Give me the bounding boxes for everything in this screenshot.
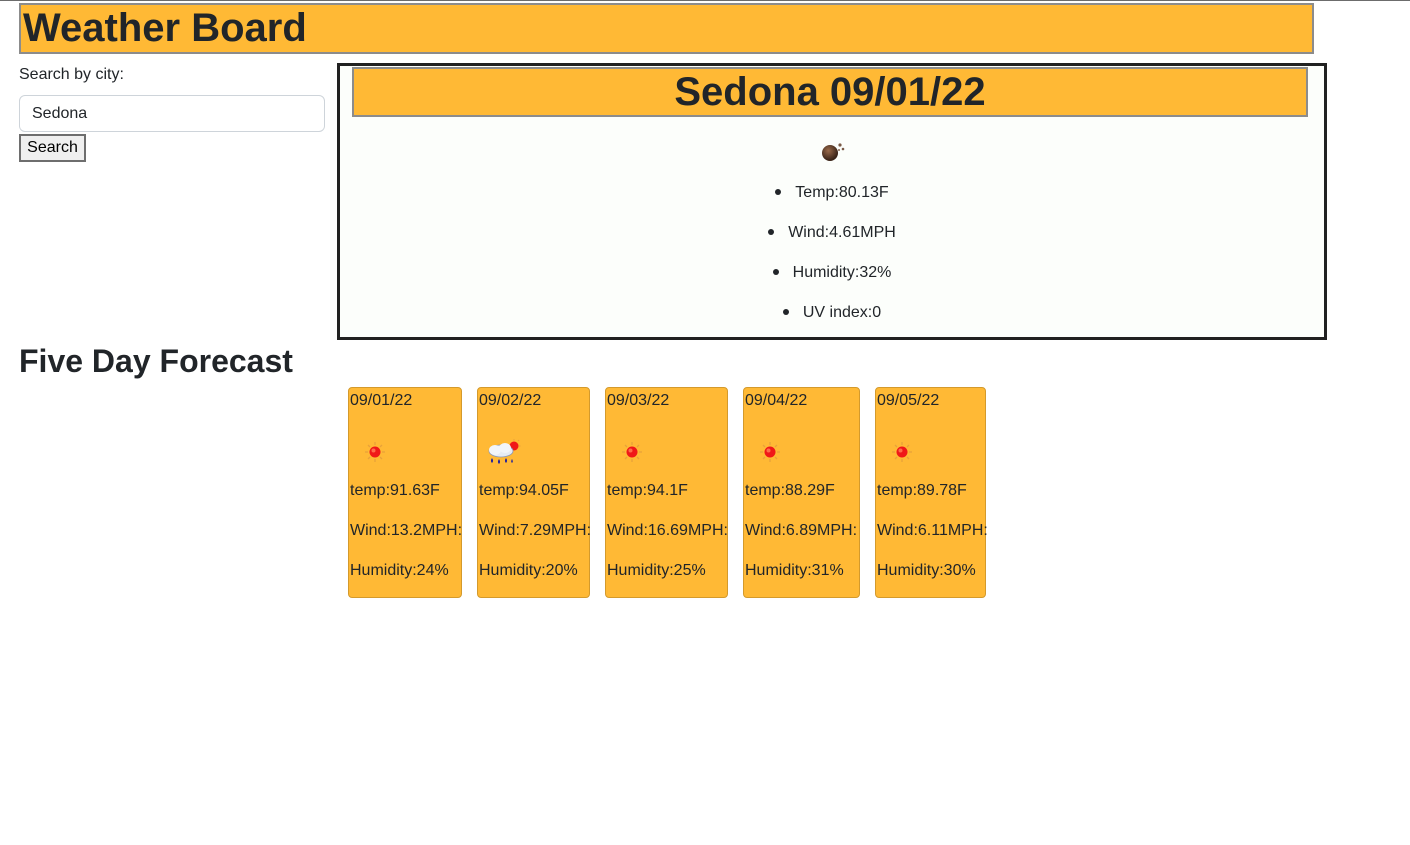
- forecast-temp: temp:94.05F: [479, 482, 569, 499]
- sun-icon: [890, 440, 914, 469]
- bullet-icon: [768, 228, 775, 235]
- current-wind: Wind:4.61MPH: [340, 213, 1324, 253]
- forecast-card-day3: 09/03/22 temp:94.1F Wind:16.69MPH: Humid…: [605, 387, 728, 598]
- bullet-icon: [775, 188, 782, 195]
- forecast-wind: Wind:7.29MPH:: [479, 522, 592, 539]
- forecast-humidity: Humidity:24%: [350, 562, 449, 579]
- forecast-humidity: Humidity:20%: [479, 562, 578, 579]
- forecast-date: 09/02/22: [479, 392, 542, 409]
- forecast-date: 09/05/22: [877, 392, 940, 409]
- forecast-card-day4: 09/04/22 temp:88.29F Wind:6.89MPH: Humid…: [743, 387, 860, 598]
- sun-icon: [620, 440, 644, 469]
- current-weather-title: Sedona 09/01/22: [352, 67, 1308, 117]
- search-button[interactable]: Search: [19, 134, 86, 162]
- current-uv-index: UV index:0: [340, 293, 1324, 333]
- forecast-date: 09/03/22: [607, 392, 670, 409]
- city-search-input[interactable]: [19, 95, 325, 132]
- forecast-title: Five Day Forecast: [19, 343, 293, 379]
- top-divider: [0, 0, 1410, 1]
- forecast-humidity: Humidity:30%: [877, 562, 976, 579]
- forecast-temp: temp:94.1F: [607, 482, 688, 499]
- forecast-humidity: Humidity:31%: [745, 562, 844, 579]
- smoke-icon: [819, 139, 847, 163]
- current-humidity: Humidity:32%: [340, 253, 1324, 293]
- forecast-date: 09/04/22: [745, 392, 808, 409]
- app-header: Weather Board: [19, 3, 1314, 54]
- forecast-humidity: Humidity:25%: [607, 562, 706, 579]
- current-temp: Temp:80.13F: [340, 173, 1324, 213]
- current-weather-panel: Sedona 09/01/22 Temp:80.13F Wind:4.61MPH…: [337, 63, 1327, 340]
- forecast-temp: temp:88.29F: [745, 482, 835, 499]
- bullet-icon: [772, 268, 779, 275]
- forecast-temp: temp:89.78F: [877, 482, 967, 499]
- sun-icon: [363, 440, 387, 469]
- search-label: Search by city:: [19, 66, 124, 83]
- app-title: Weather Board: [23, 6, 307, 50]
- forecast-temp: temp:91.63F: [350, 482, 440, 499]
- forecast-card-day1: 09/01/22 temp:91.63F Wind:13.2MPH: Humid…: [348, 387, 462, 598]
- forecast-date: 09/01/22: [350, 392, 413, 409]
- rain-cloud-icon: [483, 438, 521, 473]
- forecast-wind: Wind:6.11MPH:: [877, 522, 988, 539]
- current-weather-list: Temp:80.13F Wind:4.61MPH Humidity:32% UV…: [340, 173, 1324, 333]
- sun-icon: [758, 440, 782, 469]
- forecast-wind: Wind:13.2MPH:: [350, 522, 463, 539]
- forecast-wind: Wind:6.89MPH:: [745, 522, 858, 539]
- forecast-card-day5: 09/05/22 temp:89.78F Wind:6.11MPH: Humid…: [875, 387, 988, 598]
- forecast-card-day2: 09/02/22 temp:94.05F Wind:7.29MPH: Humid…: [477, 387, 592, 598]
- forecast-wind: Wind:16.69MPH:: [607, 522, 728, 539]
- bullet-icon: [782, 308, 789, 315]
